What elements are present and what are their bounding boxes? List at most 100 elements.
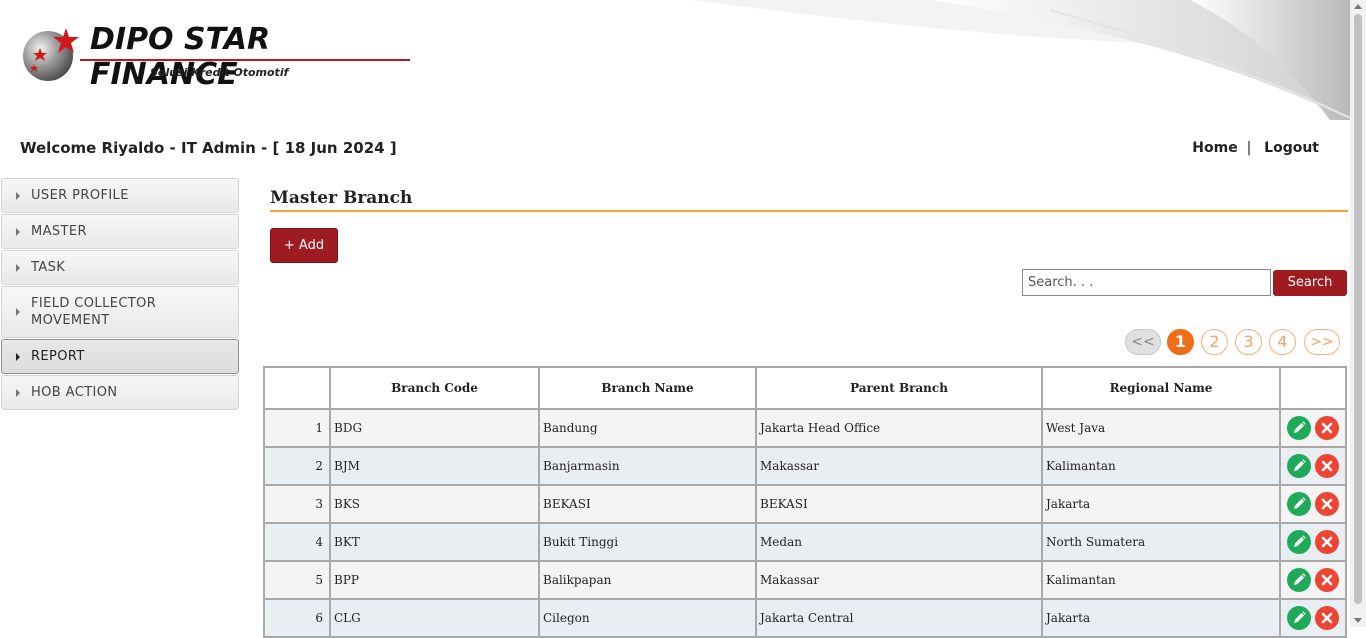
add-button[interactable]: + Add bbox=[270, 228, 338, 263]
row-number: 5 bbox=[263, 560, 331, 600]
search-input[interactable] bbox=[1022, 269, 1271, 296]
branch-code-cell: BPP bbox=[329, 560, 540, 600]
column-header-actions bbox=[1279, 366, 1347, 410]
star-globe-icon bbox=[23, 28, 79, 81]
branch-name-cell: Banjarmasin bbox=[538, 446, 757, 486]
regional-name-cell: Kalimantan bbox=[1041, 446, 1281, 486]
search-button[interactable]: Search bbox=[1273, 270, 1347, 296]
column-header-no bbox=[263, 366, 331, 410]
pagination-page-1[interactable]: 1 bbox=[1167, 329, 1194, 355]
pencil-icon[interactable] bbox=[1287, 568, 1311, 592]
pagination-page-3[interactable]: 3 bbox=[1235, 329, 1262, 355]
logout-link[interactable]: Logout bbox=[1264, 140, 1319, 156]
row-number: 2 bbox=[263, 446, 331, 486]
page-header: DIPO STAR FINANCE Solusi Kredit Otomotif bbox=[0, 0, 1350, 120]
caret-right-icon bbox=[16, 263, 20, 272]
parent-branch-cell: Makassar bbox=[755, 560, 1043, 600]
row-actions bbox=[1279, 522, 1347, 562]
row-actions bbox=[1279, 484, 1347, 524]
row-actions bbox=[1279, 408, 1347, 448]
top-links: Home | Logout bbox=[1192, 140, 1319, 156]
parent-branch-cell: Jakarta Head Office bbox=[755, 408, 1043, 448]
sidebar-item-hob-action[interactable]: HOB ACTION bbox=[1, 375, 239, 410]
pencil-icon[interactable] bbox=[1287, 530, 1311, 554]
regional-name-cell: Jakarta bbox=[1041, 598, 1281, 638]
branch-name-cell: Cilegon bbox=[538, 598, 757, 638]
brand-tagline: Solusi Kredit Otomotif bbox=[150, 66, 289, 79]
home-link[interactable]: Home bbox=[1192, 140, 1237, 156]
close-icon[interactable] bbox=[1315, 416, 1339, 440]
regional-name-cell: West Java bbox=[1041, 408, 1281, 448]
brand-underline bbox=[80, 59, 410, 61]
column-header-branch-code: Branch Code bbox=[329, 366, 540, 410]
table-row: 1 BDG Bandung Jakarta Head Office West Java bbox=[263, 408, 1347, 448]
table-row: 4 BKT Bukit Tinggi Medan North Sumatera bbox=[263, 522, 1347, 562]
branch-name-cell: Bandung bbox=[538, 408, 757, 448]
close-icon[interactable] bbox=[1315, 492, 1339, 516]
table-row: 5 BPP Balikpapan Makassar Kalimantan bbox=[263, 560, 1347, 600]
sidebar-item-label: MASTER bbox=[31, 224, 87, 239]
row-number: 1 bbox=[263, 408, 331, 448]
column-header-regional-name: Regional Name bbox=[1041, 366, 1281, 410]
pagination-prev-button[interactable]: << bbox=[1125, 329, 1161, 355]
pencil-icon[interactable] bbox=[1287, 492, 1311, 516]
title-divider bbox=[270, 210, 1348, 212]
sidebar-item-field-collector-movement[interactable]: FIELD COLLECTOR MOVEMENT bbox=[1, 286, 239, 338]
parent-branch-cell: Jakarta Central bbox=[755, 598, 1043, 638]
close-icon[interactable] bbox=[1315, 530, 1339, 554]
table-row: 3 BKS BEKASI BEKASI Jakarta bbox=[263, 484, 1347, 524]
regional-name-cell: Jakarta bbox=[1041, 484, 1281, 524]
column-header-parent-branch: Parent Branch bbox=[755, 366, 1043, 410]
pagination-next-button[interactable]: >> bbox=[1304, 329, 1340, 355]
regional-name-cell: Kalimantan bbox=[1041, 560, 1281, 600]
row-actions bbox=[1279, 598, 1347, 638]
caret-right-icon bbox=[16, 352, 20, 361]
branch-code-cell: BKS bbox=[329, 484, 540, 524]
row-number: 3 bbox=[263, 484, 331, 524]
sidebar-item-task[interactable]: TASK bbox=[1, 250, 239, 285]
row-number: 6 bbox=[263, 598, 331, 638]
scroll-down-arrow-icon[interactable] bbox=[1354, 618, 1362, 623]
close-icon[interactable] bbox=[1315, 454, 1339, 478]
header-swoosh-graphic bbox=[690, 0, 1350, 120]
sidebar-item-report[interactable]: REPORT bbox=[1, 339, 239, 374]
branch-code-cell: BDG bbox=[329, 408, 540, 448]
caret-right-icon bbox=[16, 227, 20, 236]
sidebar-item-user-profile[interactable]: USER PROFILE bbox=[1, 178, 239, 213]
row-number: 4 bbox=[263, 522, 331, 562]
row-actions bbox=[1279, 446, 1347, 486]
sidebar-item-master[interactable]: MASTER bbox=[1, 214, 239, 249]
branch-name-cell: BEKASI bbox=[538, 484, 757, 524]
pagination-page-4[interactable]: 4 bbox=[1269, 329, 1296, 355]
scroll-thumb[interactable] bbox=[1354, 14, 1362, 604]
table-header-row: Branch Code Branch Name Parent Branch Re… bbox=[263, 366, 1347, 410]
link-separator: | bbox=[1246, 140, 1252, 156]
brand-name: DIPO STAR FINANCE bbox=[90, 22, 271, 92]
branch-table: Branch Code Branch Name Parent Branch Re… bbox=[263, 366, 1347, 638]
close-icon[interactable] bbox=[1315, 568, 1339, 592]
sidebar-item-label: USER PROFILE bbox=[31, 188, 129, 203]
table-row: 6 CLG Cilegon Jakarta Central Jakarta bbox=[263, 598, 1347, 638]
regional-name-cell: North Sumatera bbox=[1041, 522, 1281, 562]
caret-right-icon bbox=[16, 388, 20, 397]
table-row: 2 BJM Banjarmasin Makassar Kalimantan bbox=[263, 446, 1347, 486]
pencil-icon[interactable] bbox=[1287, 606, 1311, 630]
row-actions bbox=[1279, 560, 1347, 600]
scroll-up-arrow-icon[interactable] bbox=[1354, 4, 1362, 9]
pagination-page-2[interactable]: 2 bbox=[1201, 329, 1228, 355]
parent-branch-cell: BEKASI bbox=[755, 484, 1043, 524]
parent-branch-cell: Medan bbox=[755, 522, 1043, 562]
welcome-text: Welcome Riyaldo - IT Admin - [ 18 Jun 20… bbox=[20, 139, 397, 157]
sidebar-item-label: TASK bbox=[31, 260, 66, 275]
caret-right-icon bbox=[16, 191, 20, 200]
branch-code-cell: BKT bbox=[329, 522, 540, 562]
brand-logo[interactable]: DIPO STAR FINANCE Solusi Kredit Otomotif bbox=[20, 22, 420, 92]
page-scrollbar[interactable] bbox=[1350, 0, 1366, 627]
parent-branch-cell: Makassar bbox=[755, 446, 1043, 486]
sidebar-item-label: HOB ACTION bbox=[31, 385, 118, 400]
column-header-branch-name: Branch Name bbox=[538, 366, 757, 410]
close-icon[interactable] bbox=[1315, 606, 1339, 630]
pencil-icon[interactable] bbox=[1287, 416, 1311, 440]
pencil-icon[interactable] bbox=[1287, 454, 1311, 478]
caret-right-icon bbox=[16, 308, 20, 316]
